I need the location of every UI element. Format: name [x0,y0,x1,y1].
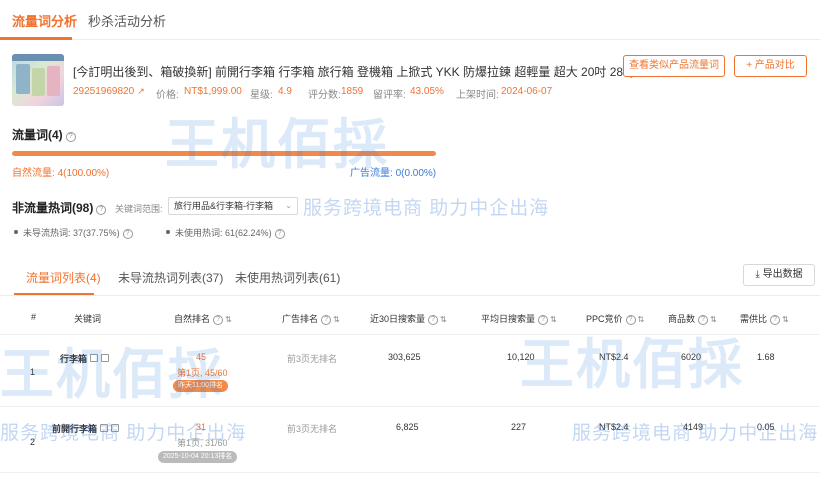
watermark-brand: 王机佰採 [165,115,389,175]
tab-traffic-word-list[interactable]: 流量词列表(4) [26,269,101,286]
price-value: NT$1,999.00 [184,86,242,97]
stars-value: 4.9 [278,86,292,97]
col-demand-supply[interactable]: 需供比? ⇅ [740,312,789,325]
sort-icon: ⇅ [440,315,447,324]
row-ad-rank: 前3页无排名 [287,354,338,364]
col-search-30d[interactable]: 近30日搜索量? ⇅ [370,312,447,325]
col-keyword: 关键词 [74,314,102,324]
col-ad-rank[interactable]: 广告排名? ⇅ [282,312,340,325]
active-tab-indicator [0,37,72,40]
product-title[interactable]: [今訂明出後到、箱破換新] 前開行李箱 行李箱 旅行箱 登機箱 上掀式 YKK … [73,63,635,80]
export-data-button[interactable]: ⤓ 导出数据 [743,264,815,286]
sort-icon: ⇅ [782,315,789,324]
row-avg-daily: 227 [511,422,527,432]
watermark-slogan: 服务跨境电商 助力中企出海 [0,423,247,444]
rating-rate-value: 43.05% [410,86,444,97]
tab-unguided-word-list[interactable]: 未导流热词列表(37) [118,269,223,286]
row-demand-supply: 1.68 [757,352,775,362]
col-index: # [31,312,37,322]
price-label: 价格: [156,90,179,101]
watermark-slogan: 服务跨境电商 助力中企出海 [572,423,819,444]
reviews-value: 1859 [341,86,364,97]
traffic-words-heading: 流量词(4)? [12,126,76,143]
list-tab-bar: 流量词列表(4) 未导流热词列表(37) 未使用热词列表(61) [0,258,820,296]
top-tab-bar: 流量词分析 秒杀活动分析 [0,0,820,40]
sort-icon: ⇅ [225,315,232,324]
organic-traffic-caption: 自然流量: 4(100.00%) [12,168,110,179]
row-search-30d: 303,625 [388,352,421,362]
non-traffic-words-heading: 非流量热词(98)? [12,199,107,216]
tab-unused-word-list[interactable]: 未使用热词列表(61) [235,269,340,286]
unguided-hot-words-stat: 未导流热词: 37(37.75%)? [14,226,133,239]
product-compare-button[interactable]: + 产品对比 [734,55,807,77]
active-subtab-indicator [14,293,94,295]
tab-traffic-word-analysis[interactable]: 流量词分析 [12,11,77,30]
help-icon[interactable]: ? [65,132,76,142]
product-thumbnail[interactable] [12,54,64,106]
listed-date-label: 上架时间: [456,90,499,101]
chevron-down-icon: ⌄ [285,201,292,210]
col-natural-rank[interactable]: 自然排名? ⇅ [174,312,232,325]
help-icon[interactable]: ? [96,205,107,215]
unused-hot-words-stat: 未使用热词: 61(62.24%)? [166,226,285,239]
row-search-30d: 6,825 [396,422,419,432]
watermark-brand: 王机佰採 [0,345,224,405]
help-icon[interactable]: ? [122,229,133,239]
product-id[interactable]: 29251969820 ↗ [73,86,145,97]
watermark-slogan: 服务跨境电商 助力中企出海 [303,198,550,219]
help-icon[interactable]: ? [274,229,285,239]
stars-label: 星级: [250,90,273,101]
keyword-scope-select[interactable]: 旅行用品&行李箱-行李箱 ⌄ [168,197,298,215]
rating-rate-label: 留评率: [373,90,406,101]
external-link-icon[interactable]: ↗ [137,86,145,96]
view-similar-traffic-button[interactable]: 查看类似产品流量词 [623,55,725,77]
keyword-scope-label: 关键词范围: [115,204,163,214]
rank-time-badge: 2025-10-04 20:13排名 [158,451,238,463]
row-ad-rank: 前3页无排名 [287,424,338,434]
listed-date-value: 2024-06-07 [501,86,553,97]
watermark-brand: 王机佰採 [520,335,744,395]
download-icon: ⤓ [755,269,760,280]
reviews-label: 评分数: [308,90,341,101]
sort-icon: ⇅ [333,315,340,324]
tab-flash-sale-analysis[interactable]: 秒杀活动分析 [88,11,166,30]
